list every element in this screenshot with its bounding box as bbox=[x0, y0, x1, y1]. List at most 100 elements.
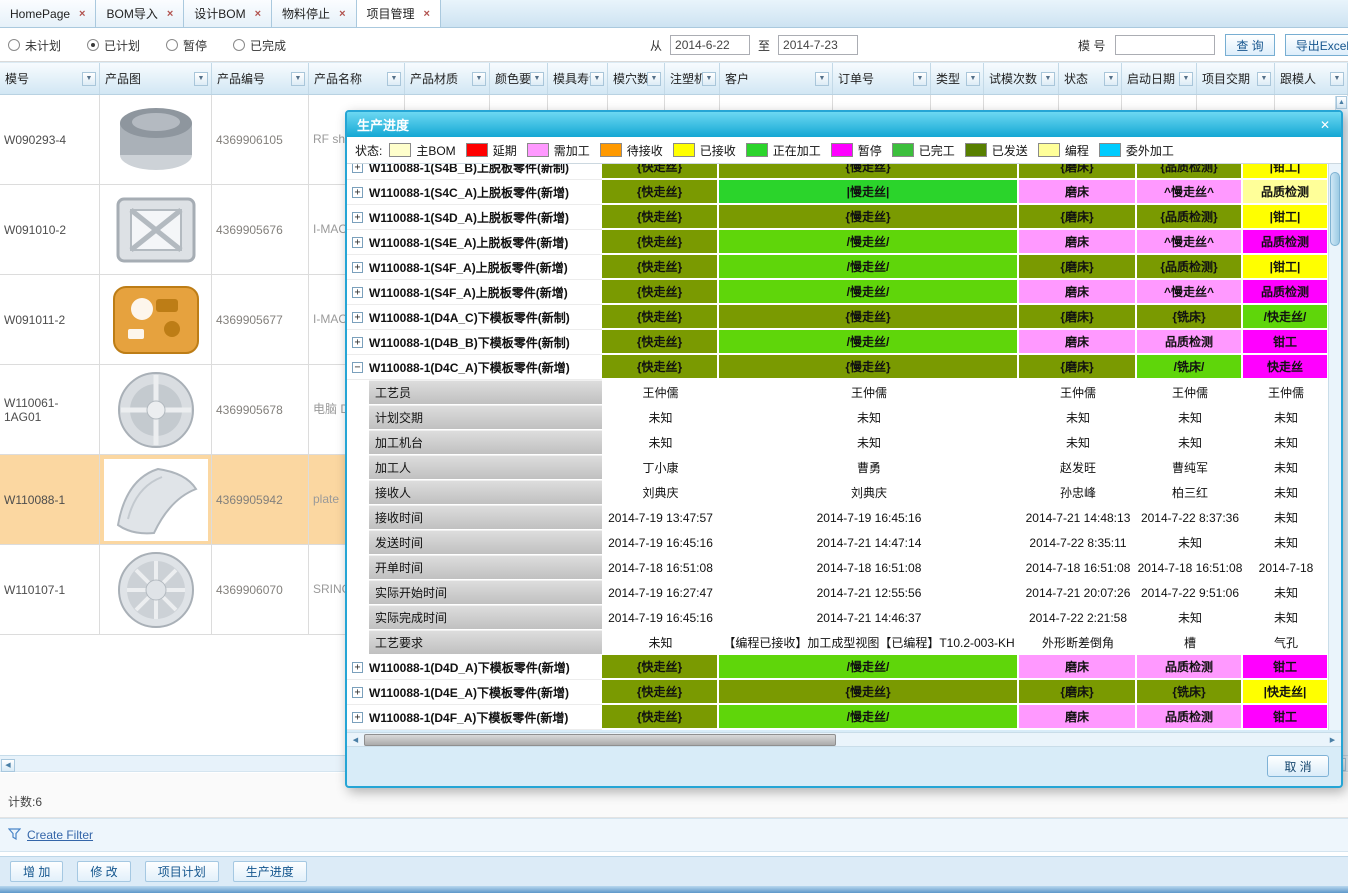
part-row[interactable]: +W110088-1(D4E_A)下模板零件(新增){快走丝}{慢走丝}{磨床}… bbox=[347, 680, 1328, 705]
scroll-up-icon[interactable]: ▲ bbox=[1336, 96, 1347, 109]
modify-button[interactable]: 修 改 bbox=[77, 861, 130, 882]
date-to-input[interactable] bbox=[778, 35, 858, 55]
date-from-label: 从 bbox=[650, 37, 662, 54]
tab-material-stop[interactable]: 物料停止× bbox=[272, 0, 356, 27]
scroll-left-icon[interactable]: ◀ bbox=[1, 759, 15, 772]
part-row[interactable]: +W110088-1(S4D_A)上脱板零件(新增){快走丝}{慢走丝}{磨床}… bbox=[347, 205, 1328, 230]
column-header-type[interactable]: 类型▼ bbox=[931, 63, 984, 94]
column-header-project-deadline[interactable]: 项目交期▼ bbox=[1197, 63, 1275, 94]
expand-icon[interactable]: + bbox=[352, 237, 363, 248]
column-header-molding-machine[interactable]: 注塑机▼ bbox=[665, 63, 720, 94]
dialog-horizontal-scrollbar[interactable]: ◀ ▶ bbox=[347, 732, 1341, 747]
expand-icon[interactable]: + bbox=[352, 662, 363, 673]
column-header-mold-life[interactable]: 模具寿命▼ bbox=[548, 63, 608, 94]
expand-icon[interactable]: + bbox=[352, 712, 363, 723]
part-row[interactable]: +W110088-1(D4B_B)下模板零件(新制){快走丝}/慢走丝/磨床品质… bbox=[347, 330, 1328, 355]
radio-planned[interactable]: 已计划 bbox=[87, 37, 140, 54]
tab-close-icon[interactable]: × bbox=[339, 8, 345, 20]
expand-icon[interactable]: + bbox=[352, 287, 363, 298]
column-header-mold-follower[interactable]: 跟模人▼ bbox=[1275, 63, 1348, 94]
tab-close-icon[interactable]: × bbox=[255, 8, 261, 20]
tab-close-icon[interactable]: × bbox=[424, 8, 430, 20]
part-name-cell: +W110088-1(S4F_A)上脱板零件(新增) bbox=[347, 280, 602, 305]
column-header-trial-count[interactable]: 试模次数▼ bbox=[984, 63, 1059, 94]
filter-dropdown-icon[interactable]: ▼ bbox=[1257, 72, 1271, 86]
column-header-product-image[interactable]: 产品图▼ bbox=[100, 63, 212, 94]
part-row[interactable]: +W110088-1(S4B_B)上脱板零件(新制){快走丝}{慢走丝}{磨床}… bbox=[347, 164, 1328, 180]
filter-dropdown-icon[interactable]: ▼ bbox=[387, 72, 401, 86]
part-row[interactable]: +W110088-1(S4C_A)上脱板零件(新增){快走丝}|慢走丝|磨床^慢… bbox=[347, 180, 1328, 205]
part-row[interactable]: +W110088-1(D4D_A)下模板零件(新增){快走丝}/慢走丝/磨床品质… bbox=[347, 655, 1328, 680]
collapse-icon[interactable]: − bbox=[352, 362, 363, 373]
export-excel-button[interactable]: 导出Excel bbox=[1285, 34, 1348, 56]
column-header-color-req[interactable]: 颜色要求▼ bbox=[490, 63, 548, 94]
part-row[interactable]: +W110088-1(D4F_A)下模板零件(新增){快走丝}/慢走丝/磨床品质… bbox=[347, 705, 1328, 730]
column-header-product-material[interactable]: 产品材质▼ bbox=[405, 63, 490, 94]
add-button[interactable]: 增 加 bbox=[10, 861, 63, 882]
detail-value: 2014-7-19 16:45:16 bbox=[602, 530, 719, 555]
radio-paused[interactable]: 暂停 bbox=[166, 37, 207, 54]
process-cell: |钳工| bbox=[1243, 255, 1328, 280]
query-button[interactable]: 查 询 bbox=[1225, 34, 1274, 56]
cancel-button[interactable]: 取 消 bbox=[1267, 755, 1329, 777]
filter-dropdown-icon[interactable]: ▼ bbox=[472, 72, 486, 86]
column-header-product-name[interactable]: 产品名称▼ bbox=[309, 63, 405, 94]
filter-dropdown-icon[interactable]: ▼ bbox=[1330, 72, 1344, 86]
column-header-start-date[interactable]: 启动日期▼ bbox=[1122, 63, 1197, 94]
filter-dropdown-icon[interactable]: ▼ bbox=[590, 72, 604, 86]
filter-dropdown-icon[interactable]: ▼ bbox=[1179, 72, 1193, 86]
column-header-order-no[interactable]: 订单号▼ bbox=[833, 63, 931, 94]
scroll-left-icon[interactable]: ◀ bbox=[349, 734, 362, 746]
project-plan-button[interactable]: 项目计划 bbox=[145, 861, 219, 882]
part-row[interactable]: −W110088-1(D4C_A)下模板零件(新增){快走丝}{慢走丝}{磨床}… bbox=[347, 355, 1328, 380]
expand-icon[interactable]: + bbox=[352, 312, 363, 323]
date-from-input[interactable] bbox=[670, 35, 750, 55]
dialog-vertical-scrollbar[interactable] bbox=[1328, 164, 1341, 730]
column-header-mold-no[interactable]: 模号▼ bbox=[0, 63, 100, 94]
tab-homepage[interactable]: HomePage× bbox=[0, 0, 96, 27]
expand-icon[interactable]: + bbox=[352, 687, 363, 698]
filter-dropdown-icon[interactable]: ▼ bbox=[530, 72, 544, 86]
column-title: 订单号 bbox=[838, 70, 913, 87]
expand-icon[interactable]: + bbox=[352, 337, 363, 348]
part-row[interactable]: +W110088-1(S4F_A)上脱板零件(新增){快走丝}/慢走丝/磨床^慢… bbox=[347, 280, 1328, 305]
scrollbar-thumb[interactable] bbox=[1330, 172, 1340, 246]
filter-dropdown-icon[interactable]: ▼ bbox=[1104, 72, 1118, 86]
expand-icon[interactable]: + bbox=[352, 187, 363, 198]
filter-dropdown-icon[interactable]: ▼ bbox=[194, 72, 208, 86]
filter-dropdown-icon[interactable]: ▼ bbox=[647, 72, 661, 86]
part-row[interactable]: +W110088-1(S4F_A)上脱板零件(新增){快走丝}/慢走丝/{磨床}… bbox=[347, 255, 1328, 280]
expand-icon[interactable]: + bbox=[352, 262, 363, 273]
radio-unplanned[interactable]: 未计划 bbox=[8, 37, 61, 54]
filter-dropdown-icon[interactable]: ▼ bbox=[913, 72, 927, 86]
filter-dropdown-icon[interactable]: ▼ bbox=[1041, 72, 1055, 86]
column-header-cavity-count[interactable]: 模穴数▼ bbox=[608, 63, 665, 94]
part-row[interactable]: +W110088-1(D4A_C)下模板零件(新制){快走丝}{慢走丝}{磨床}… bbox=[347, 305, 1328, 330]
column-header-customer[interactable]: 客户▼ bbox=[720, 63, 833, 94]
column-header-status[interactable]: 状态▼ bbox=[1059, 63, 1122, 94]
part-row[interactable]: +W110088-1(S4E_A)上脱板零件(新增){快走丝}/慢走丝/磨床^慢… bbox=[347, 230, 1328, 255]
expand-icon[interactable]: + bbox=[352, 164, 363, 173]
tab-design-bom[interactable]: 设计BOM× bbox=[184, 0, 272, 27]
radio-circle bbox=[166, 39, 178, 51]
production-progress-button[interactable]: 生产进度 bbox=[233, 861, 307, 882]
filter-dropdown-icon[interactable]: ▼ bbox=[966, 72, 980, 86]
scroll-right-icon[interactable]: ▶ bbox=[1326, 734, 1339, 746]
tab-close-icon[interactable]: × bbox=[167, 8, 173, 20]
expand-icon[interactable]: + bbox=[352, 212, 363, 223]
tab-close-icon[interactable]: × bbox=[79, 8, 85, 20]
create-filter-link[interactable]: Create Filter bbox=[27, 828, 93, 842]
tab-bom-import[interactable]: BOM导入× bbox=[96, 0, 184, 27]
dialog-close-icon[interactable]: ✕ bbox=[1315, 118, 1335, 132]
part-name-cell: +W110088-1(S4F_A)上脱板零件(新增) bbox=[347, 255, 602, 280]
filter-dropdown-icon[interactable]: ▼ bbox=[702, 72, 716, 86]
filter-dropdown-icon[interactable]: ▼ bbox=[291, 72, 305, 86]
scrollbar-thumb[interactable] bbox=[364, 734, 836, 746]
legend-wait-receive-swatch bbox=[600, 143, 622, 157]
filter-dropdown-icon[interactable]: ▼ bbox=[815, 72, 829, 86]
filter-dropdown-icon[interactable]: ▼ bbox=[82, 72, 96, 86]
radio-completed[interactable]: 已完成 bbox=[233, 37, 286, 54]
mold-no-input[interactable] bbox=[1115, 35, 1215, 55]
column-header-product-no[interactable]: 产品编号▼ bbox=[212, 63, 309, 94]
tab-project-management[interactable]: 项目管理× bbox=[357, 0, 441, 27]
